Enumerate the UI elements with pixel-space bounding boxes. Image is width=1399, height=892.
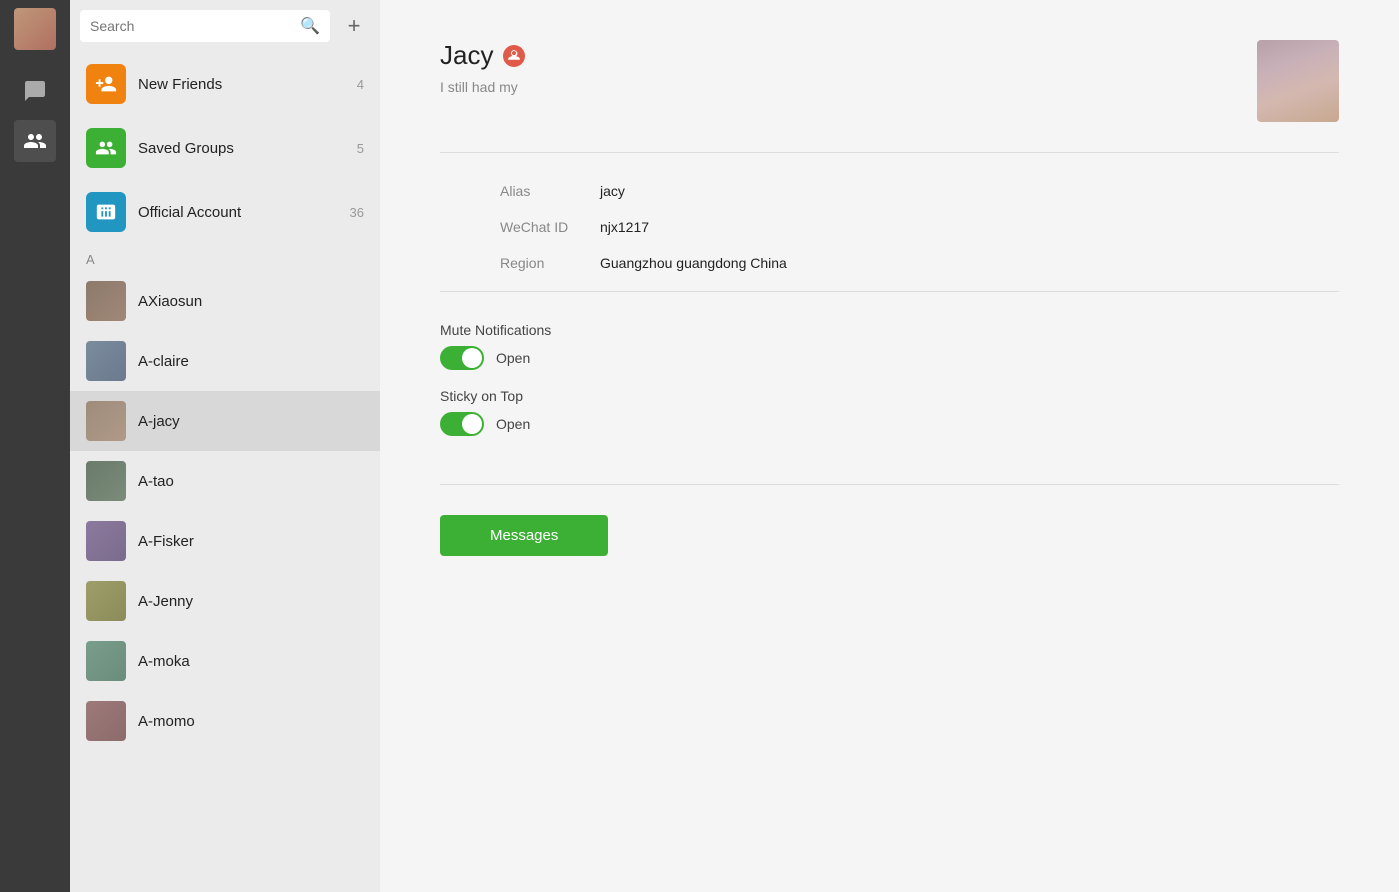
- contact-item-axiaosun[interactable]: AXiaosun: [70, 271, 380, 331]
- official-account-item[interactable]: Official Account 36: [70, 180, 380, 244]
- sticky-top-label: Sticky on Top: [440, 388, 1339, 404]
- divider-2: [440, 484, 1339, 485]
- sticky-toggle-knob: [462, 414, 482, 434]
- alias-row: Alias jacy: [500, 173, 1279, 209]
- mute-toggle-text: Open: [496, 350, 530, 366]
- profile-status: I still had my: [440, 79, 525, 95]
- region-label: Region: [500, 255, 600, 271]
- mute-notifications-setting: Mute Notifications Open: [440, 322, 1339, 370]
- search-icon: 🔍: [300, 16, 320, 36]
- contact-name-a-fisker: A-Fisker: [138, 533, 194, 550]
- avatar-a-jacy: [86, 401, 126, 441]
- alias-label: Alias: [500, 183, 600, 199]
- avatar-a-claire: [86, 341, 126, 381]
- info-section: Alias jacy WeChat ID njx1217 Region Guan…: [440, 152, 1339, 281]
- avatar-a-moka: [86, 641, 126, 681]
- new-friends-badge: 4: [357, 77, 364, 92]
- sticky-top-setting: Sticky on Top Open: [440, 388, 1339, 436]
- avatar-axiaosun: [86, 281, 126, 321]
- messages-button[interactable]: Messages: [440, 515, 608, 556]
- contact-item-a-fisker[interactable]: A-Fisker: [70, 511, 380, 571]
- profile-section: Jacy I still had my: [380, 0, 1399, 152]
- chat-nav-button[interactable]: [14, 70, 56, 112]
- contact-item-a-momo[interactable]: A-momo: [70, 691, 380, 751]
- profile-name: Jacy: [440, 40, 493, 71]
- mute-toggle[interactable]: [440, 346, 484, 370]
- avatar-a-tao: [86, 461, 126, 501]
- alias-value: jacy: [600, 183, 625, 199]
- add-contact-button[interactable]: +: [338, 10, 370, 42]
- contact-item-a-claire[interactable]: A-claire: [70, 331, 380, 391]
- region-row: Region Guangzhou guangdong China: [500, 245, 1279, 281]
- search-input[interactable]: [90, 18, 294, 34]
- region-value: Guangzhou guangdong China: [600, 255, 787, 271]
- mute-toggle-row: Open: [440, 346, 1339, 370]
- sticky-toggle-row: Open: [440, 412, 1339, 436]
- divider-1: [440, 291, 1339, 292]
- avatar-a-momo: [86, 701, 126, 741]
- contact-item-a-jenny[interactable]: A-Jenny: [70, 571, 380, 631]
- contact-name-a-jenny: A-Jenny: [138, 593, 193, 610]
- contact-item-a-jacy[interactable]: A-jacy: [70, 391, 380, 451]
- new-friends-label: New Friends: [138, 76, 357, 93]
- contact-name-a-momo: A-momo: [138, 713, 195, 730]
- official-account-label: Official Account: [138, 204, 350, 221]
- saved-groups-label: Saved Groups: [138, 140, 357, 157]
- section-header-a: A: [70, 244, 380, 271]
- search-input-wrapper: 🔍: [80, 10, 330, 42]
- messages-btn-section: Messages: [380, 495, 1399, 576]
- avatar-a-jenny: [86, 581, 126, 621]
- avatar-a-fisker: [86, 521, 126, 561]
- mute-notifications-label: Mute Notifications: [440, 322, 1339, 338]
- gender-icon: [503, 45, 525, 67]
- sticky-toggle[interactable]: [440, 412, 484, 436]
- saved-groups-icon: [86, 128, 126, 168]
- official-account-badge: 36: [350, 205, 364, 220]
- saved-groups-item[interactable]: Saved Groups 5: [70, 116, 380, 180]
- sidebar-icons: [0, 0, 70, 892]
- contact-list: AXiaosun A-claire A-jacy A-tao A-Fisker …: [70, 271, 380, 892]
- contact-item-a-moka[interactable]: A-moka: [70, 631, 380, 691]
- profile-photo: [1257, 40, 1339, 122]
- contact-name-a-jacy: A-jacy: [138, 413, 180, 430]
- main-panel: Jacy I still had my Alias jacy WeChat ID…: [380, 0, 1399, 892]
- user-avatar[interactable]: [14, 8, 56, 50]
- contact-name-axiaosun: AXiaosun: [138, 293, 202, 310]
- new-friends-icon: [86, 64, 126, 104]
- mute-toggle-knob: [462, 348, 482, 368]
- contact-name-a-claire: A-claire: [138, 353, 189, 370]
- saved-groups-badge: 5: [357, 141, 364, 156]
- profile-name-row: Jacy: [440, 40, 525, 71]
- contacts-nav-button[interactable]: [14, 120, 56, 162]
- profile-left: Jacy I still had my: [440, 40, 525, 95]
- wechat-id-row: WeChat ID njx1217: [500, 209, 1279, 245]
- contact-name-a-moka: A-moka: [138, 653, 190, 670]
- settings-section: Mute Notifications Open Sticky on Top Op…: [380, 302, 1399, 474]
- contact-panel: 🔍 + New Friends 4 Saved Groups 5 Officia…: [70, 0, 380, 892]
- new-friends-item[interactable]: New Friends 4: [70, 52, 380, 116]
- contact-name-a-tao: A-tao: [138, 473, 174, 490]
- wechat-id-label: WeChat ID: [500, 219, 600, 235]
- contact-item-a-tao[interactable]: A-tao: [70, 451, 380, 511]
- search-bar: 🔍 +: [70, 0, 380, 52]
- wechat-id-value: njx1217: [600, 219, 649, 235]
- official-account-icon: [86, 192, 126, 232]
- sticky-toggle-text: Open: [496, 416, 530, 432]
